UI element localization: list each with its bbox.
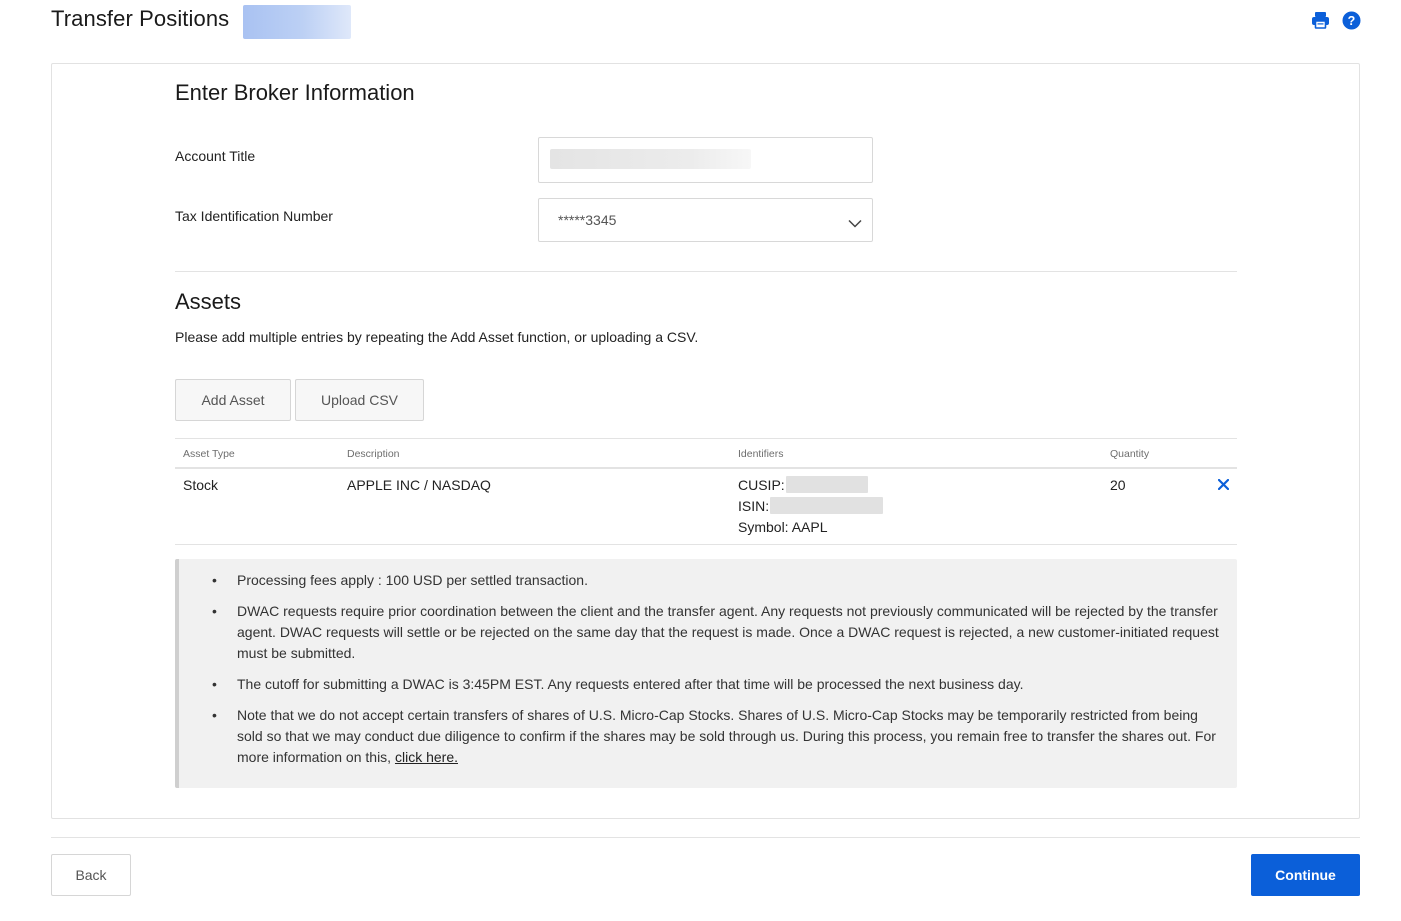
broker-section-heading: Enter Broker Information	[175, 80, 415, 105]
table-header: Asset Type Description Identifiers Quant…	[175, 438, 1237, 469]
column-header-description: Description	[347, 448, 400, 460]
upload-csv-button[interactable]: Upload CSV	[295, 379, 424, 421]
assets-description: Please add multiple entries by repeating…	[175, 329, 699, 345]
column-header-quantity: Quantity	[1110, 448, 1150, 460]
account-title-label: Account Title	[175, 148, 256, 164]
asset-actions: Add Asset Upload CSV	[175, 379, 424, 421]
tax-id-label: Tax Identification Number	[175, 208, 333, 224]
assets-table: Asset Type Description Identifiers Quant…	[175, 438, 1237, 545]
redacted-account-title	[550, 149, 751, 169]
assets-section-heading: Assets	[175, 289, 242, 314]
help-icon[interactable]: ?	[1341, 10, 1361, 30]
notice-box: Processing fees apply : 100 USD per sett…	[175, 559, 1237, 788]
isin-label: ISIN:	[738, 497, 770, 514]
more-info-link[interactable]: click here.	[395, 749, 458, 765]
notice-list: Processing fees apply : 100 USD per sett…	[212, 570, 1222, 778]
close-icon[interactable]	[1217, 477, 1230, 495]
page-title: Transfer Positions	[51, 6, 230, 31]
cusip-label: CUSIP:	[738, 476, 785, 493]
redacted-account-badge	[243, 5, 351, 39]
notice-item: The cutoff for submitting a DWAC is 3:45…	[212, 674, 1222, 695]
symbol-line: Symbol: AAPL	[738, 518, 828, 535]
continue-button[interactable]: Continue	[1251, 854, 1360, 896]
page-header: Transfer Positions ?	[51, 0, 1361, 44]
isin-line: ISIN:	[738, 495, 884, 516]
column-header-identifiers: Identifiers	[738, 448, 784, 460]
section-divider	[175, 271, 1237, 272]
tax-id-select[interactable]: *****3345	[538, 198, 873, 242]
account-title-field[interactable]	[538, 137, 873, 183]
table-row: Stock APPLE INC / NASDAQ CUSIP: ISIN: Sy…	[175, 469, 1237, 545]
transfer-form-card: Enter Broker Information Account Title T…	[51, 63, 1360, 819]
footer-divider	[51, 837, 1360, 838]
svg-text:?: ?	[1347, 14, 1355, 28]
notice-item: Note that we do not accept certain trans…	[212, 705, 1222, 768]
add-asset-button[interactable]: Add Asset	[175, 379, 291, 421]
quantity-cell: 20	[1110, 477, 1126, 493]
redacted-isin	[770, 497, 884, 514]
column-header-asset-type: Asset Type	[183, 448, 235, 460]
chevron-down-icon	[848, 215, 862, 233]
redacted-cusip	[785, 476, 868, 493]
description-cell: APPLE INC / NASDAQ	[347, 477, 491, 493]
header-actions: ?	[1310, 10, 1361, 30]
tax-id-value: *****3345	[558, 212, 617, 228]
printer-icon[interactable]	[1310, 10, 1330, 30]
cusip-line: CUSIP:	[738, 474, 883, 495]
identifiers-cell: CUSIP: ISIN: Symbol: AAPL	[738, 474, 884, 537]
notice-item: DWAC requests require prior coordination…	[212, 601, 1222, 664]
back-button[interactable]: Back	[51, 854, 131, 896]
asset-type-cell: Stock	[183, 477, 219, 493]
notice-item: Processing fees apply : 100 USD per sett…	[212, 570, 1222, 591]
